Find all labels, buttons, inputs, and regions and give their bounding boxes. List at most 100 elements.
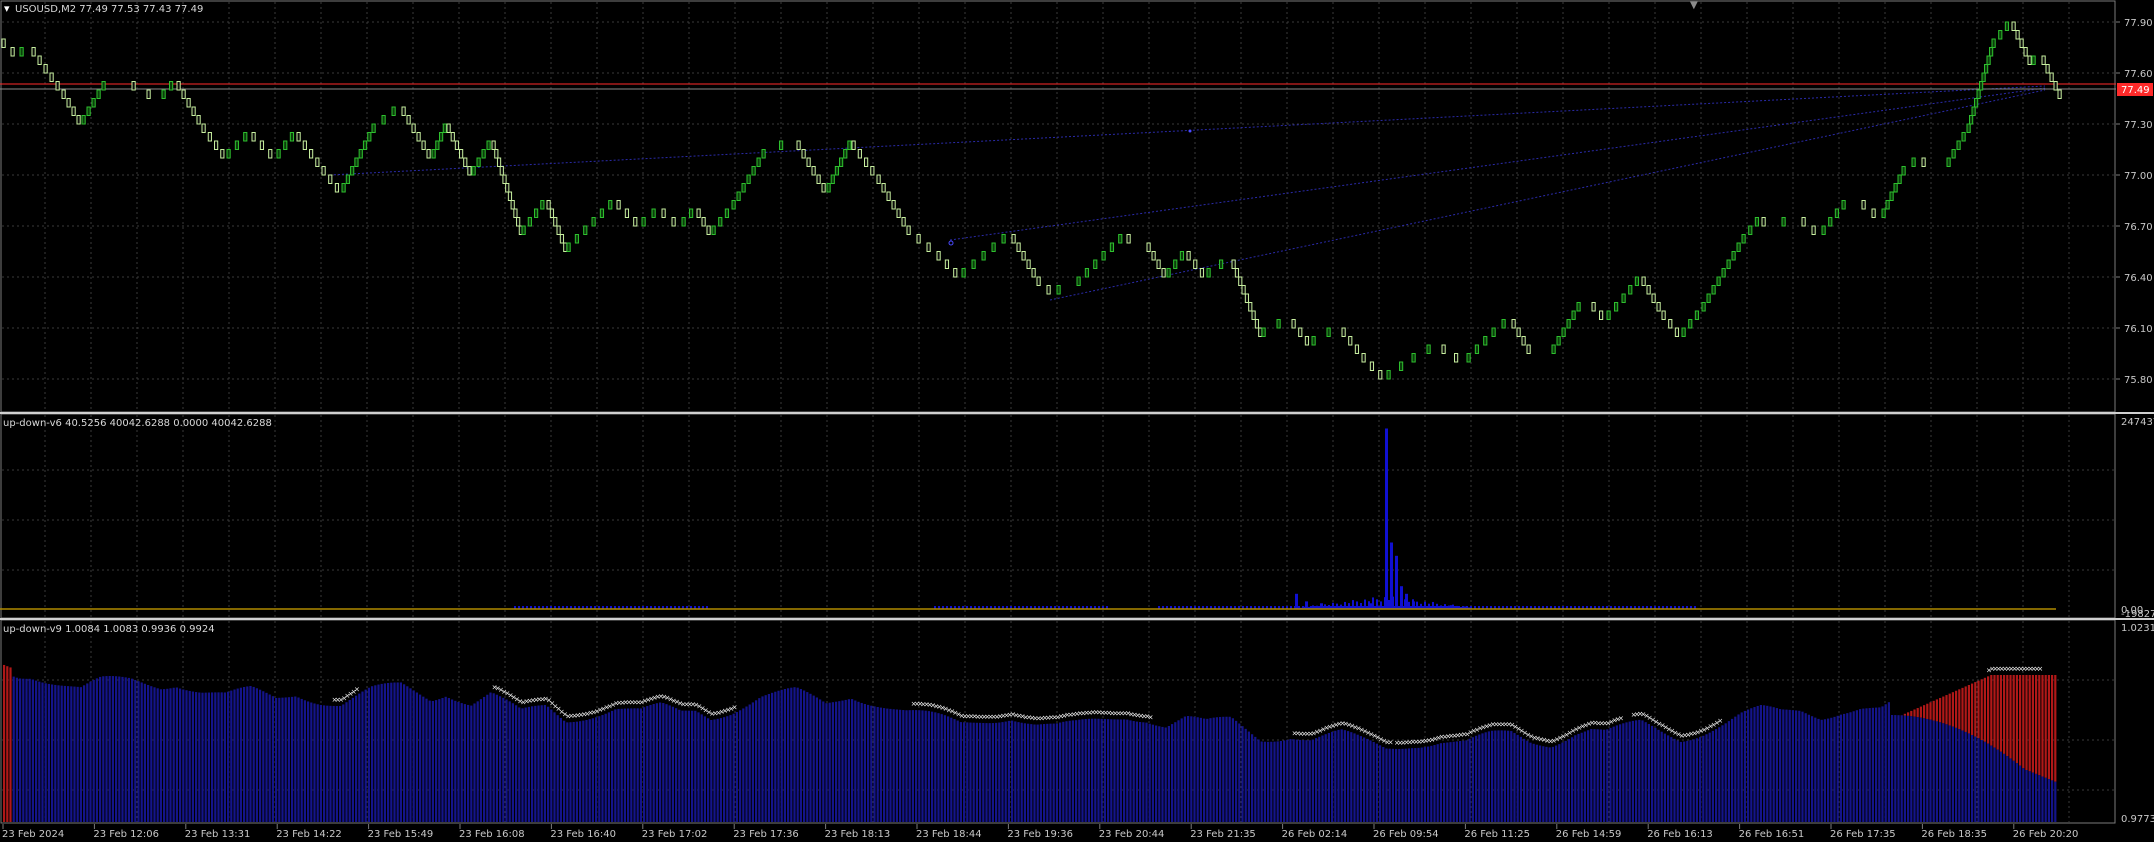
v9-bar-blue xyxy=(1337,729,1340,822)
v9-bar-blue xyxy=(1030,724,1033,822)
v9-bar-blue xyxy=(1647,724,1650,822)
renko-brick-up xyxy=(1571,310,1576,320)
v9-bar-blue xyxy=(1532,743,1535,822)
trading-chart[interactable]: ×××××××× ××××××××××××××××××××××××××××××××… xyxy=(0,0,2154,842)
v9-bar-blue xyxy=(671,706,674,822)
v9-bar-blue xyxy=(227,691,230,822)
v9-bar-blue xyxy=(745,706,748,822)
renko-brick-up xyxy=(19,47,24,57)
v9-bar-blue xyxy=(89,681,92,822)
v9-bar-red xyxy=(6,666,9,822)
main-title[interactable]: ▾ USOUSD,M2 77.49 77.53 77.43 77.49 xyxy=(4,2,203,15)
v9-bar-blue xyxy=(1609,727,1612,822)
v9-bar-blue xyxy=(1331,731,1334,822)
v9-bar-blue xyxy=(1299,739,1302,822)
v9-bar-blue xyxy=(1702,735,1705,822)
renko-brick-up xyxy=(566,242,571,252)
v9-bar-blue xyxy=(124,677,127,822)
v9-bar-blue xyxy=(2031,772,2034,822)
renko-brick-up xyxy=(1056,285,1061,295)
renko-brick-up xyxy=(961,268,966,278)
v9-bar-blue xyxy=(630,708,633,822)
v9-bar-blue xyxy=(1871,707,1874,822)
renko-brick-up xyxy=(1731,251,1736,261)
v9-bar-blue xyxy=(287,697,290,822)
v9-bar-blue xyxy=(268,694,271,822)
v9-title: up-down-v9 1.0084 1.0083 0.9936 0.9924 xyxy=(3,624,215,635)
v9-bar-blue xyxy=(1814,717,1817,822)
v9-bar-blue xyxy=(1308,740,1311,822)
v9-bar-blue xyxy=(1427,746,1430,822)
renko-brick-down xyxy=(505,183,510,193)
v9-bar-blue xyxy=(1260,741,1263,822)
v9-bar-blue xyxy=(1875,707,1878,822)
renko-brick-down xyxy=(55,81,60,91)
renko-brick-down xyxy=(66,98,71,108)
v9-bar-blue xyxy=(1987,743,1990,822)
v9-bar-blue xyxy=(675,708,678,822)
v9-bar-blue xyxy=(1487,731,1490,822)
v9-bar-blue xyxy=(710,719,713,822)
chart-shift-marker-icon[interactable]: ▼ xyxy=(1690,0,1698,11)
v9-bar-blue xyxy=(12,676,15,822)
v9-bar-red xyxy=(1923,705,1926,719)
v6-bar xyxy=(1408,601,1410,609)
v9-bar-blue xyxy=(1913,716,1916,822)
v9-bar-blue xyxy=(1558,744,1561,822)
v6-bar xyxy=(1420,603,1422,609)
v9-bar-blue xyxy=(1107,719,1110,822)
renko-brick-up xyxy=(741,183,746,193)
v9-bar-blue xyxy=(1411,748,1414,822)
v9-bar-red xyxy=(1993,675,1996,748)
renko-brick-up xyxy=(471,166,476,176)
v9-bar-blue xyxy=(1113,719,1116,822)
v9-bar-blue xyxy=(505,699,508,822)
v9-bar-blue xyxy=(1177,720,1180,822)
renko-brick-up xyxy=(345,174,350,184)
renko-brick-down xyxy=(61,89,66,99)
v9-bar-blue xyxy=(988,723,991,822)
x-tick-label: 23 Feb 18:13 xyxy=(825,829,891,840)
v9-bar-blue xyxy=(1116,719,1119,822)
renko-brick-down xyxy=(1186,251,1191,261)
v9-bar-blue xyxy=(236,688,239,822)
renko-brick-down xyxy=(563,242,568,252)
renko-brick-down xyxy=(1248,302,1253,312)
v6-bar xyxy=(1352,600,1354,609)
x-tick-label: 23 Feb 17:36 xyxy=(733,829,799,840)
v9-bar-blue xyxy=(115,676,118,822)
v9-bar-blue xyxy=(860,702,863,822)
x-tick-label: 23 Feb 15:49 xyxy=(368,829,434,840)
v9-bar-blue xyxy=(1247,731,1250,822)
v9-bar-blue xyxy=(1683,741,1686,822)
v9-bar-blue xyxy=(719,718,722,822)
renko-brick-up xyxy=(1754,217,1760,227)
v9-bar-blue xyxy=(121,676,124,822)
v9-bar-blue xyxy=(1471,737,1474,822)
v9-bar-blue xyxy=(1075,720,1078,822)
v9-bar-blue xyxy=(703,716,706,822)
v9-bar-blue xyxy=(767,693,770,822)
v9-bar-blue xyxy=(419,694,422,822)
renko-brick-up xyxy=(226,149,231,159)
v9-bar-blue xyxy=(1855,710,1858,822)
collapse-triangle-icon[interactable]: ▾ xyxy=(4,2,10,15)
v9-bar-blue xyxy=(1868,708,1871,822)
renko-brick-down xyxy=(1156,259,1161,269)
v9-bar-red xyxy=(1967,684,1970,734)
trend-anchor-point[interactable] xyxy=(1188,129,1192,133)
v9-bar-blue xyxy=(1174,722,1177,822)
v9-bar-blue xyxy=(409,688,412,822)
renko-brick-down xyxy=(1036,276,1041,286)
v9-bar-blue xyxy=(1097,718,1100,822)
x-tick-label: 26 Feb 09:54 xyxy=(1373,829,1439,840)
renko-brick-down xyxy=(71,106,76,116)
renko-brick-down xyxy=(186,98,191,108)
v9-bar-red xyxy=(2009,675,2012,759)
renko-brick-up xyxy=(1989,47,1994,57)
v9-bar-blue xyxy=(1193,716,1196,822)
v9-bar-blue xyxy=(316,704,319,822)
v9-bar-blue xyxy=(364,689,367,822)
v9-bar-blue xyxy=(19,678,22,822)
v9-bar-blue xyxy=(1231,718,1234,822)
